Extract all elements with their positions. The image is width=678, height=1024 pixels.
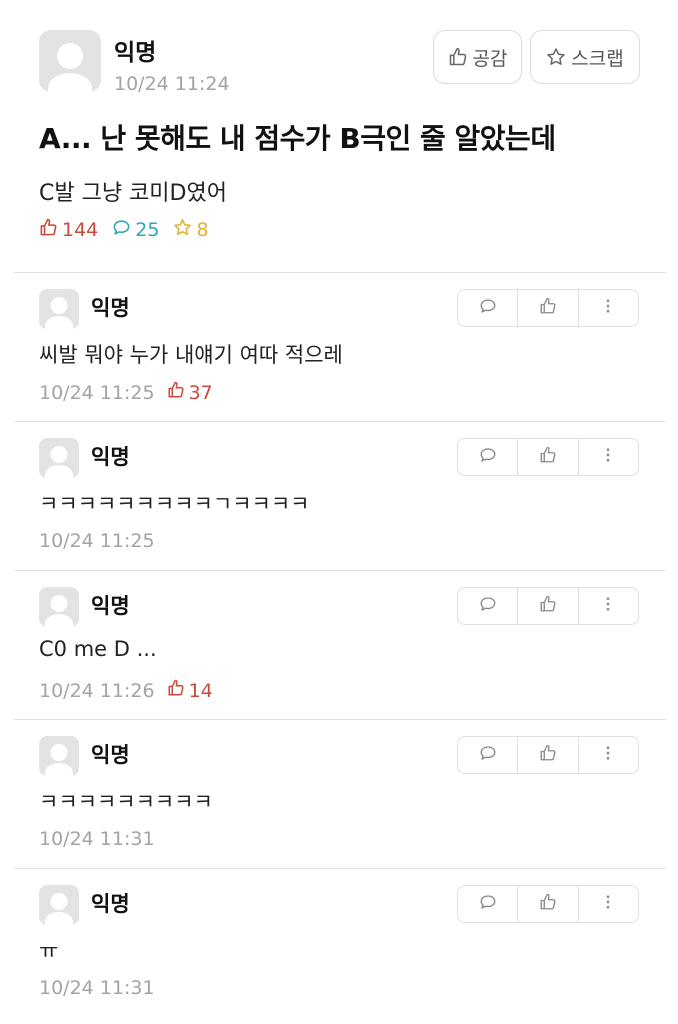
comment-time: 10/24 11:31 (39, 828, 155, 850)
like-button-label: 공감 (472, 47, 508, 70)
comment-text: 씨발 뭐야 누가 내얘기 여따 적으레 (39, 343, 343, 367)
scrap-stat: 8 (173, 218, 209, 242)
comment-author: 익명 (91, 296, 130, 320)
avatar (39, 30, 101, 92)
comment-like-value: 14 (188, 679, 213, 702)
avatar (39, 289, 79, 329)
comment: 익명 ㅋㅋㅋㅋㅋㅋㅋㅋㅋㄱㅋㅋㅋㅋ 10/24 11:25 (0, 422, 678, 570)
comment-time: 10/24 11:26 (39, 679, 155, 702)
reply-button[interactable] (458, 886, 517, 922)
comment-meta: 10/24 11:25 37 (39, 381, 213, 404)
thumbs-up-icon (39, 218, 58, 242)
comment-actions (457, 438, 639, 476)
comment-like-button[interactable] (517, 886, 577, 922)
speech-bubble-icon (479, 893, 497, 915)
comment-author: 익명 (91, 594, 130, 618)
comment-like-value: 37 (188, 381, 213, 404)
more-options-button[interactable] (577, 588, 638, 624)
like-button[interactable]: 공감 (433, 30, 522, 84)
comment-like-button[interactable] (517, 588, 577, 624)
comment-text: C0 me D ... (39, 637, 157, 661)
reply-button[interactable] (458, 290, 517, 326)
avatar (39, 438, 79, 478)
more-vertical-icon (599, 297, 617, 319)
comment-like-count: 14 (167, 679, 213, 702)
thumbs-up-icon (539, 595, 557, 617)
reply-button[interactable] (458, 439, 517, 475)
reply-button[interactable] (458, 588, 517, 624)
comment-actions (457, 736, 639, 774)
thumbs-up-icon (539, 446, 557, 468)
speech-bubble-icon (479, 297, 497, 319)
avatar (39, 885, 79, 925)
more-vertical-icon (599, 893, 617, 915)
post: 익명 10/24 11:24 공감 스크랩 A... 난 못해도 내 점수가 B… (0, 0, 678, 272)
comment-meta: 10/24 11:31 (39, 828, 155, 850)
speech-bubble-icon (479, 744, 497, 766)
post-body: C발 그냥 코미D였어 (39, 181, 227, 206)
comment-text: ㅋㅋㅋㅋㅋㅋㅋㅋㅋㄱㅋㅋㅋㅋ (39, 492, 310, 516)
post-stats: 144 25 8 (39, 218, 223, 242)
comment-actions (457, 587, 639, 625)
more-vertical-icon (599, 595, 617, 617)
comment-stat: 25 (112, 218, 159, 242)
post-title: A... 난 못해도 내 점수가 B극인 줄 알았는데 (39, 122, 556, 155)
more-vertical-icon (599, 744, 617, 766)
like-count: 144 (62, 219, 99, 241)
star-icon (173, 218, 192, 242)
speech-bubble-icon (112, 218, 131, 242)
thumbs-up-icon (539, 744, 557, 766)
comment-like-button[interactable] (517, 290, 577, 326)
comment-time: 10/24 11:25 (39, 530, 155, 552)
comment-meta: 10/24 11:26 14 (39, 679, 213, 702)
avatar (39, 736, 79, 776)
more-vertical-icon (599, 446, 617, 468)
thumbs-up-icon (167, 679, 185, 702)
comment: 익명 ㅋㅋㅋㅋㅋㅋㅋㅋㅋ 10/24 11:31 (0, 720, 678, 868)
thumbs-up-icon (539, 297, 557, 319)
more-options-button[interactable] (577, 439, 638, 475)
post-author: 익명 (114, 40, 157, 66)
more-options-button[interactable] (577, 737, 638, 773)
comment-like-button[interactable] (517, 439, 577, 475)
thumbs-up-icon (167, 381, 185, 404)
comment-time: 10/24 11:31 (39, 977, 155, 999)
more-options-button[interactable] (577, 886, 638, 922)
comment-text: ㅋㅋㅋㅋㅋㅋㅋㅋㅋ (39, 790, 213, 814)
comment-meta: 10/24 11:25 (39, 530, 155, 552)
thumbs-up-icon (539, 893, 557, 915)
comment-author: 익명 (91, 445, 130, 469)
comment-like-button[interactable] (517, 737, 577, 773)
scrap-button-label: 스크랩 (571, 47, 624, 70)
comment: 익명 씨발 뭐야 누가 내얘기 여따 적으레 10/24 11:25 37 (0, 273, 678, 421)
comment-text: ㅠ (39, 939, 59, 963)
scrap-count: 8 (196, 219, 209, 241)
comment: 익명 C0 me D ... 10/24 11:26 14 (0, 571, 678, 719)
scrap-button[interactable]: 스크랩 (530, 30, 640, 84)
speech-bubble-icon (479, 446, 497, 468)
comment-author: 익명 (91, 892, 130, 916)
comment-like-count: 37 (167, 381, 213, 404)
thumbs-up-icon (448, 47, 468, 67)
comment: 익명 ㅠ 10/24 11:31 (0, 869, 678, 1017)
like-stat: 144 (39, 218, 98, 242)
avatar (39, 587, 79, 627)
comment-time: 10/24 11:25 (39, 381, 155, 404)
comment-author: 익명 (91, 743, 130, 767)
comment-actions (457, 289, 639, 327)
star-icon (546, 47, 566, 67)
comment-actions (457, 885, 639, 923)
comment-meta: 10/24 11:31 (39, 977, 155, 999)
reply-button[interactable] (458, 737, 517, 773)
speech-bubble-icon (479, 595, 497, 617)
more-options-button[interactable] (577, 290, 638, 326)
post-time: 10/24 11:24 (114, 73, 230, 95)
comment-count: 25 (135, 219, 160, 241)
